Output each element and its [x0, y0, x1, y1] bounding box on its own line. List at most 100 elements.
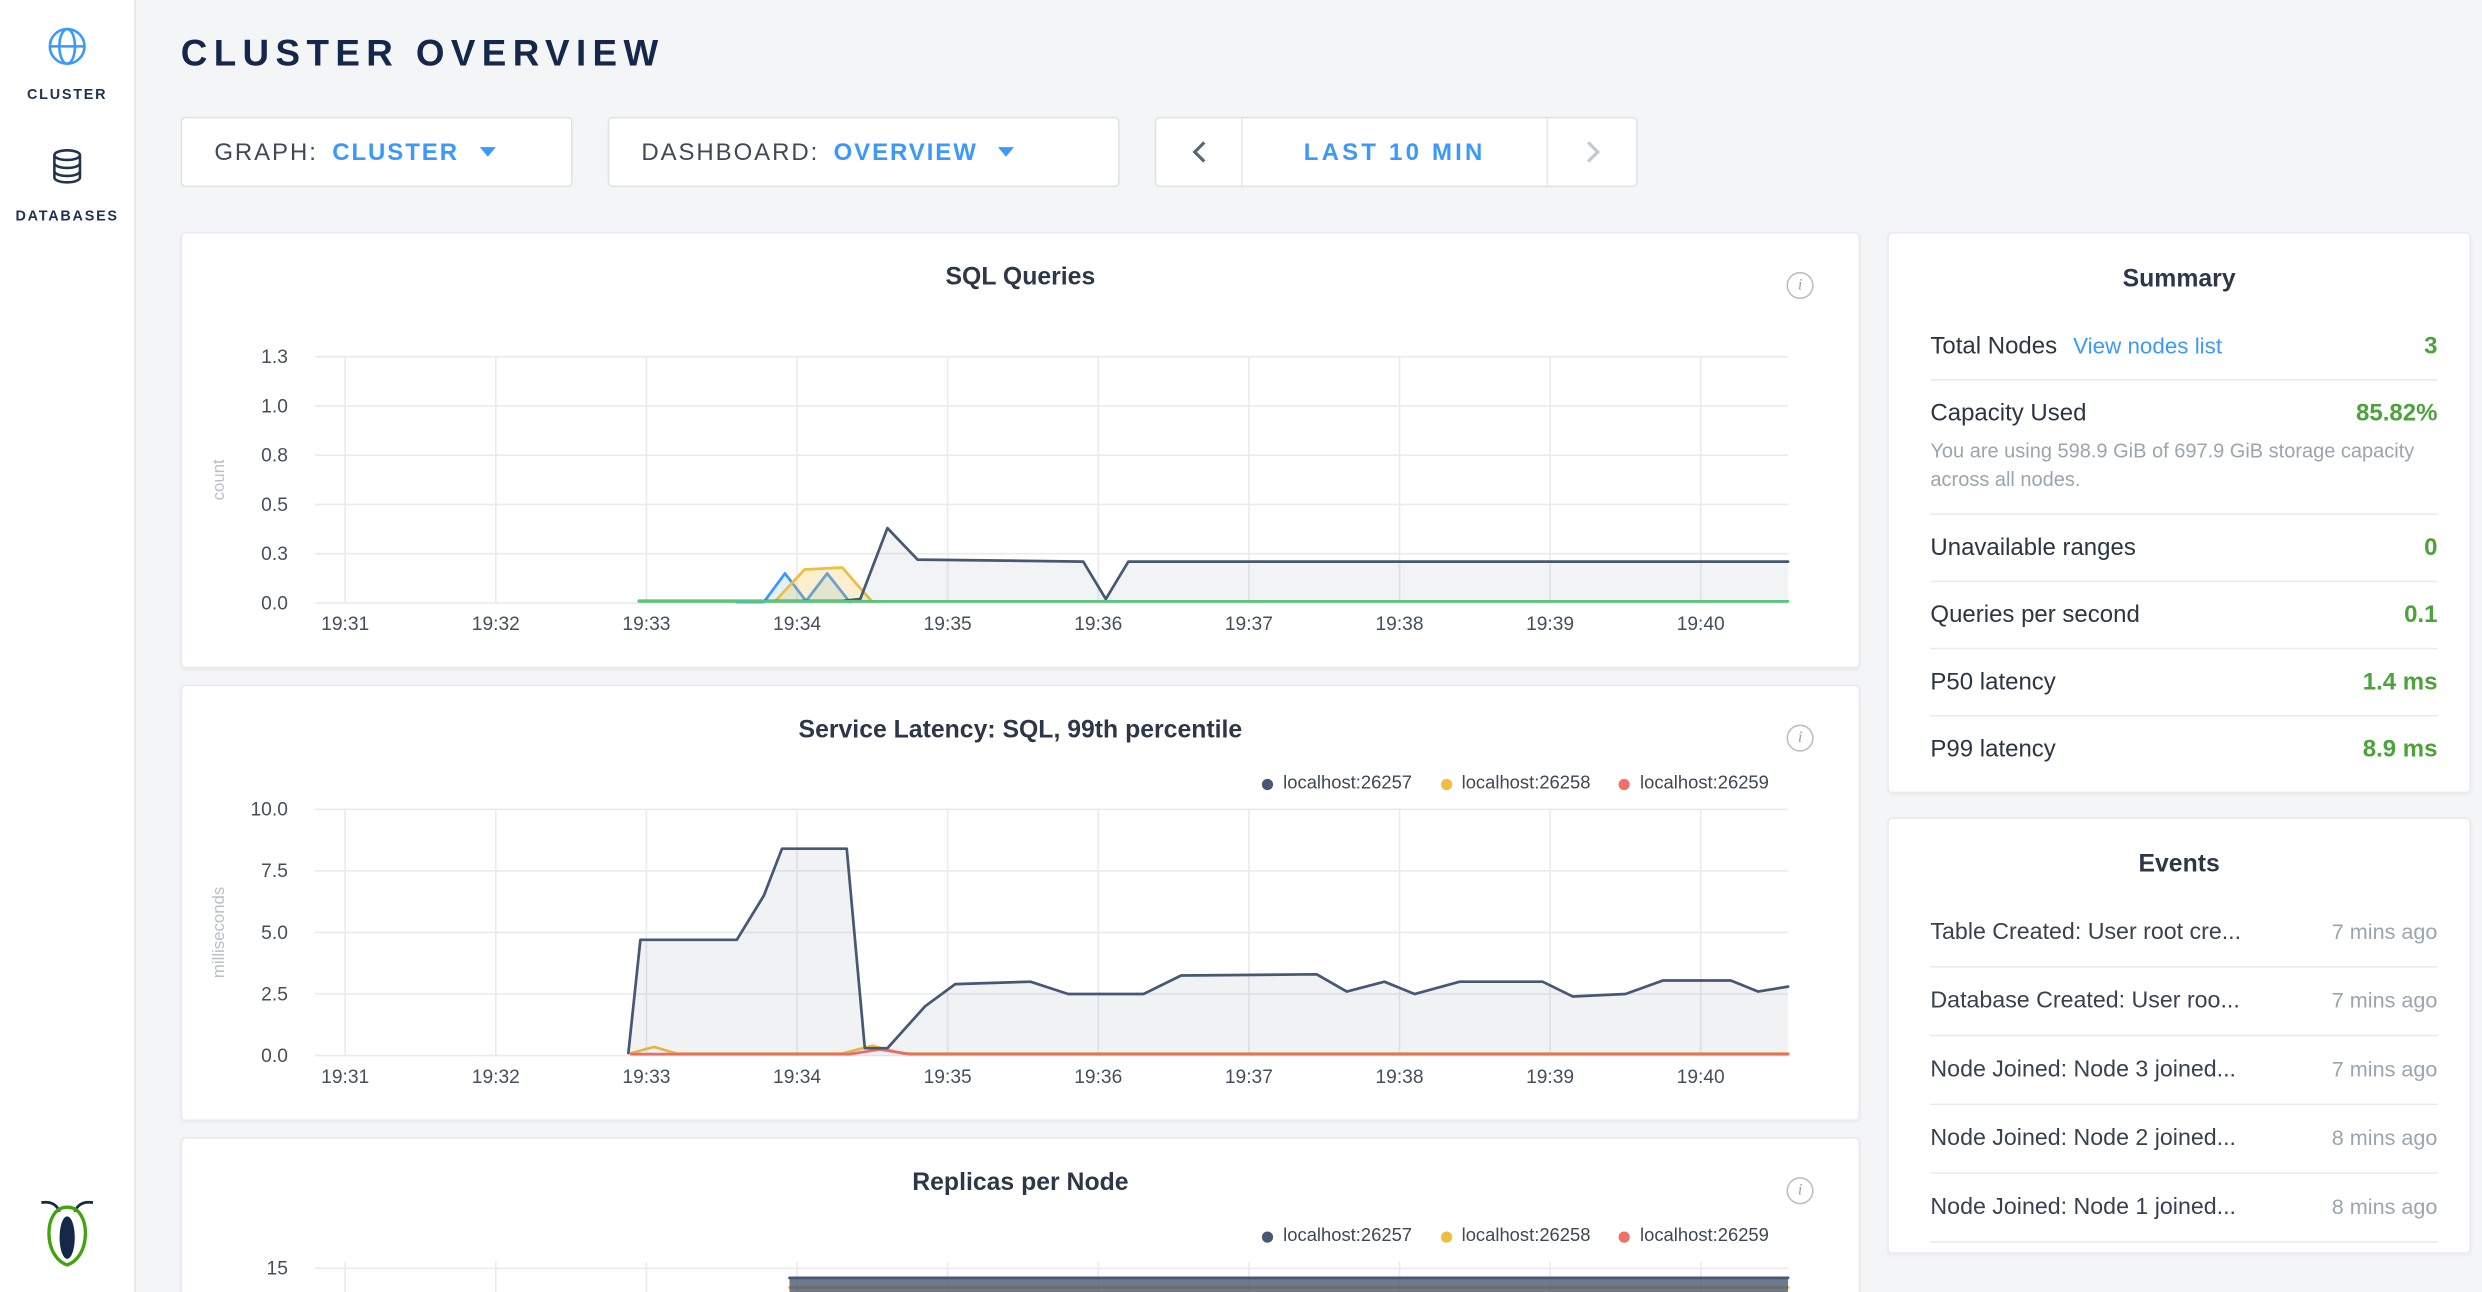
charts-column: SQL Queries i 19:31 19:32 19:33 19:34 19:35 1… — [181, 232, 1860, 1292]
page-title: CLUSTER OVERVIEW — [181, 32, 2482, 75]
svg-text:1.3: 1.3 — [261, 347, 288, 368]
event-rows: Table Created: User root cre...7 mins ag… — [1889, 899, 2470, 1252]
event-time: 8 mins ago — [2332, 1195, 2438, 1219]
view-nodes-list-link[interactable]: View nodes list — [2073, 333, 2222, 359]
toolbar: GRAPH: CLUSTER DASHBOARD: OVERVIEW LAST … — [181, 117, 2482, 187]
svg-text:19:35: 19:35 — [924, 614, 972, 635]
event-time: 7 mins ago — [2332, 989, 2438, 1013]
legend-item-localhost-26259: localhost:26259 — [1619, 774, 1769, 793]
svg-text:19:33: 19:33 — [622, 1067, 670, 1088]
graph-dropdown-value: CLUSTER — [332, 138, 459, 165]
chart-title: SQL Queries — [182, 264, 1858, 293]
chart-card-sql-queries: SQL Queries i 19:3119:3219:3319:3419:351… — [181, 232, 1860, 669]
svg-text:0.0: 0.0 — [261, 1046, 288, 1067]
summary-value: 85.82% — [2356, 400, 2437, 427]
info-icon[interactable]: i — [1786, 272, 1813, 299]
legend-item-localhost-26257: localhost:26257 — [1262, 774, 1412, 793]
dashboard-content: SQL Queries i 19:31 19:32 19:33 19:34 19:35 1… — [181, 232, 2482, 1292]
svg-text:milliseconds: milliseconds — [209, 887, 228, 978]
legend-label: localhost:26257 — [1283, 774, 1412, 793]
svg-text:19:37: 19:37 — [1225, 1067, 1273, 1088]
legend-dot-icon — [1262, 1231, 1273, 1242]
event-time: 7 mins ago — [2332, 1058, 2438, 1082]
chart-title: Service Latency: SQL, 99th percentile — [182, 717, 1858, 746]
legend-dot-icon — [1619, 1231, 1630, 1242]
chevron-down-icon — [999, 147, 1015, 157]
legend-item-localhost-26259: localhost:26259 — [1619, 1227, 1769, 1246]
chart-card-service-latency: Service Latency: SQL, 99th percentile i … — [181, 685, 1860, 1122]
svg-text:19:37: 19:37 — [1225, 614, 1273, 635]
globe-icon — [46, 26, 88, 76]
sidebar-item-cluster[interactable]: CLUSTER — [27, 26, 107, 103]
event-text: Node Joined: Node 3 joined... — [1930, 1058, 2236, 1084]
chevron-right-icon — [1584, 139, 1600, 165]
legend-item-localhost-26257: localhost:26257 — [1262, 1227, 1412, 1246]
svg-text:19:39: 19:39 — [1526, 1067, 1574, 1088]
info-icon[interactable]: i — [1786, 1177, 1813, 1204]
summary-row-total-nodes: Total Nodes View nodes list 3 — [1930, 313, 2437, 380]
svg-text:19:31: 19:31 — [321, 614, 369, 635]
graph-dropdown-label: GRAPH: — [214, 138, 318, 165]
cockroachdb-logo-icon — [37, 1195, 98, 1277]
summary-card: Summary Total NodesView nodes list3Capac… — [1887, 232, 2471, 794]
svg-text:19:32: 19:32 — [472, 614, 520, 635]
svg-text:19:36: 19:36 — [1074, 614, 1122, 635]
time-window-range[interactable]: LAST 10 MIN — [1243, 118, 1547, 185]
svg-text:19:34: 19:34 — [773, 614, 821, 635]
svg-text:19:34: 19:34 — [773, 1067, 821, 1088]
graph-dropdown[interactable]: GRAPH: CLUSTER — [181, 117, 573, 187]
summary-value: 0.1 — [2404, 602, 2437, 629]
legend-label: localhost:26259 — [1640, 1227, 1769, 1246]
svg-text:10.0: 10.0 — [251, 800, 288, 821]
summary-label: Queries per second — [1930, 602, 2139, 629]
svg-text:count: count — [209, 459, 228, 500]
svg-text:15: 15 — [267, 1259, 288, 1280]
svg-text:0.8: 0.8 — [261, 446, 288, 467]
summary-value: 8.9 ms — [2363, 736, 2438, 763]
event-time: 7 mins ago — [2332, 920, 2438, 944]
chart-card-replicas-per-node: Replicas per Node i localhost:26257local… — [181, 1137, 1860, 1292]
chevron-left-icon — [1191, 139, 1207, 165]
event-row-3: Node Joined: Node 2 joined...8 mins ago — [1930, 1106, 2437, 1175]
svg-text:19:31: 19:31 — [321, 1067, 369, 1088]
legend-dot-icon — [1441, 778, 1452, 789]
svg-text:0.3: 0.3 — [261, 544, 288, 565]
info-icon[interactable]: i — [1786, 725, 1813, 752]
time-window-control: LAST 10 MIN — [1155, 117, 1638, 187]
summary-row-unavailable-ranges: Unavailable ranges0 — [1930, 515, 2437, 582]
legend-item-localhost-26258: localhost:26258 — [1441, 774, 1591, 793]
events-card: Events Table Created: User root cre...7 … — [1887, 818, 2471, 1255]
summary-label: Total Nodes — [1930, 333, 2057, 360]
svg-text:0.0: 0.0 — [261, 593, 288, 614]
summary-label: Capacity Used — [1930, 400, 2086, 427]
app-root: CLUSTER DATABASES CLUSTER OVERVI — [0, 0, 2482, 1292]
summary-value: 1.4 ms — [2363, 669, 2438, 696]
svg-text:7.5: 7.5 — [261, 861, 288, 882]
time-window-next-button[interactable] — [1547, 118, 1637, 185]
svg-text:19:40: 19:40 — [1677, 1067, 1725, 1088]
summary-row-capacity-used: Capacity Used 85.82% You are using 598.9 G… — [1930, 381, 2437, 516]
event-row-4: Node Joined: Node 1 joined...8 mins ago — [1930, 1174, 2437, 1243]
svg-text:19:35: 19:35 — [924, 1067, 972, 1088]
sidebar-item-label: DATABASES — [16, 208, 119, 224]
time-window-prev-button[interactable] — [1156, 118, 1242, 185]
chart-plot-replicas-per-node: 19:3119:3219:3319:3419:3519:3619:3719:38… — [182, 1251, 1860, 1292]
event-row-0: Table Created: User root cre...7 mins ag… — [1930, 899, 2437, 968]
svg-text:19:33: 19:33 — [622, 614, 670, 635]
svg-text:19:40: 19:40 — [1677, 614, 1725, 635]
events-title: Events — [1889, 819, 2470, 899]
svg-text:19:39: 19:39 — [1526, 614, 1574, 635]
summary-value: 0 — [2424, 535, 2437, 562]
summary-value: 3 — [2424, 333, 2437, 360]
svg-text:0.5: 0.5 — [261, 495, 288, 516]
svg-text:19:38: 19:38 — [1375, 614, 1423, 635]
chart-legend: localhost:26257 localhost:26258 localhost:… — [1262, 774, 1768, 793]
main-content: CLUSTER OVERVIEW GRAPH: CLUSTER DASHBOAR… — [136, 0, 2482, 1292]
summary-note: You are using 598.9 GiB of 697.9 GiB sto… — [1930, 437, 2437, 495]
chart-plot-sql-queries: 19:31 19:32 19:33 19:34 19:35 19:36 19:37 19:38… — [182, 345, 1860, 665]
legend-item-localhost-26258: localhost:26258 — [1441, 1227, 1591, 1246]
summary-label: P99 latency — [1930, 736, 2055, 763]
dashboard-dropdown[interactable]: DASHBOARD: OVERVIEW — [608, 117, 1120, 187]
sidebar-item-databases[interactable]: DATABASES — [16, 147, 119, 224]
right-column: Summary Total NodesView nodes list3Capac… — [1887, 232, 2471, 1254]
